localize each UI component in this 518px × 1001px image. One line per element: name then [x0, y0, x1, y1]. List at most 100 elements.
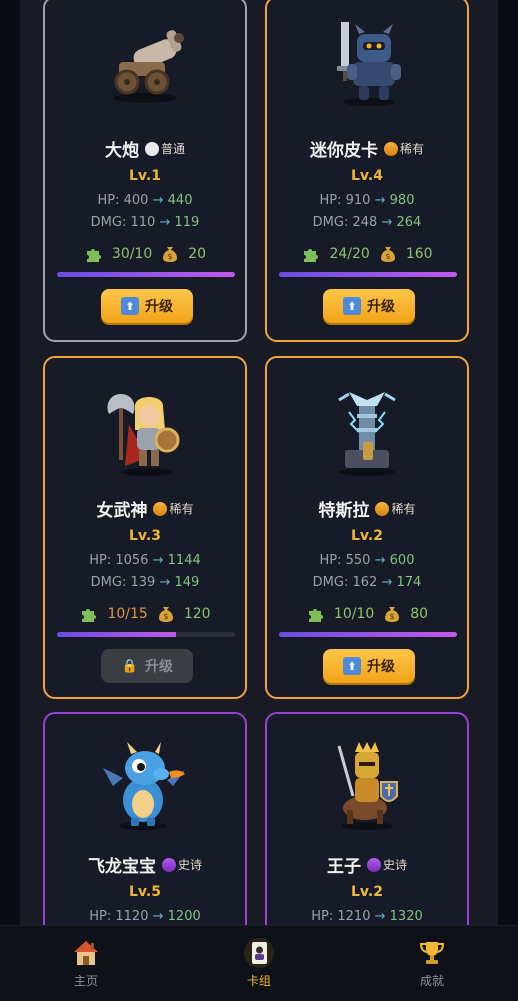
hp-label: HP:	[319, 193, 342, 208]
upgrade-button[interactable]: ⬆ 升级	[323, 289, 415, 323]
pieces-count: 24/20	[329, 246, 370, 262]
epic-rarity-icon	[161, 857, 176, 872]
hp-label: HP:	[97, 193, 120, 208]
coin-cost: 160	[405, 246, 433, 262]
dmg-stat: DMG: 162 → 174	[267, 575, 467, 590]
progress-fill	[57, 272, 235, 277]
hp-current: 1210	[337, 909, 371, 924]
arrow-icon: →	[152, 909, 164, 924]
hp-next: 1320	[389, 909, 423, 924]
card-prince[interactable]: 王子 史诗 Lv.2 HP: 1210 → 1320	[265, 712, 469, 925]
title-row: 女武神 稀有	[45, 496, 245, 521]
dmg-stat: DMG: 110 → 119	[45, 215, 245, 230]
hp-next: 980	[389, 193, 415, 208]
arrow-up-icon: ⬆	[121, 297, 139, 315]
card-level: Lv.2	[351, 528, 383, 544]
puzzle-piece-icon	[308, 609, 323, 622]
hp-current: 1056	[115, 553, 149, 568]
rarity-badge: 普通	[144, 140, 185, 157]
svg-text:$: $	[168, 252, 173, 261]
lock-icon: 🔒	[121, 658, 139, 674]
title-row: 飞龙宝宝 史诗	[45, 852, 245, 877]
card-grid: 大炮 普通 Lv.1 HP: 400 → 440 DMG: 110 → 119 …	[20, 0, 498, 925]
arrow-icon: →	[159, 215, 171, 230]
rarity-label: 稀有	[391, 502, 416, 516]
house-icon	[74, 941, 98, 965]
upgrade-label: 升级	[367, 299, 395, 315]
dmg-current: 139	[130, 575, 156, 590]
coin-cost: 20	[188, 246, 207, 262]
puzzle-piece-icon	[86, 249, 101, 262]
hp-label: HP:	[311, 909, 334, 924]
title-row: 大炮 普通	[45, 136, 245, 161]
robot-knight-icon	[337, 22, 401, 106]
upgrade-label: 升级	[367, 659, 395, 675]
card-level: Lv.5	[129, 884, 161, 900]
progress-bar	[279, 272, 457, 277]
arrow-up-icon: ⬆	[343, 657, 361, 675]
progress-fill	[57, 632, 177, 637]
card-cannon[interactable]: 大炮 普通 Lv.1 HP: 400 → 440 DMG: 110 → 119 …	[43, 0, 247, 342]
dmg-next: 264	[396, 215, 422, 230]
tab-achievements[interactable]: 成就	[372, 926, 492, 1001]
dmg-stat: DMG: 139 → 149	[45, 575, 245, 590]
hp-stat: HP: 550 → 600	[267, 553, 467, 568]
hp-label: HP:	[89, 909, 112, 924]
resources-row: 10/15 $ 120	[45, 604, 245, 624]
rarity-label: 史诗	[177, 858, 202, 872]
svg-text:$: $	[385, 252, 390, 261]
card-name: 女武神	[96, 501, 148, 521]
coin-cost: 80	[410, 606, 429, 622]
tab-home[interactable]: 主页	[26, 926, 146, 1001]
card-valkyrie[interactable]: 女武神 稀有 Lv.3 HP: 1056 → 1144 DMG: 139 → 1…	[43, 356, 247, 699]
title-row: 特斯拉 稀有	[267, 496, 467, 521]
card-name: 飞龙宝宝	[87, 857, 156, 877]
upgrade-label: 升级	[145, 299, 173, 315]
tab-label: 主页	[73, 974, 98, 988]
hp-next: 1144	[167, 553, 201, 568]
upgrade-button-disabled[interactable]: 🔒 升级	[101, 649, 193, 683]
coin-bag-icon: $	[380, 247, 395, 262]
dmg-current: 162	[352, 575, 378, 590]
tesla-tower-icon	[338, 392, 396, 476]
card-deck-icon	[244, 938, 274, 968]
valkyrie-icon	[107, 394, 180, 476]
upgrade-button[interactable]: ⬆ 升级	[323, 649, 415, 683]
arrow-icon: →	[381, 215, 393, 230]
pieces-count: 10/15	[107, 606, 148, 622]
arrow-icon: →	[381, 575, 393, 590]
rarity-label: 稀有	[169, 502, 194, 516]
card-mini-pekka[interactable]: 迷你皮卡 稀有 Lv.4 HP: 910 → 980 DMG: 248 → 26…	[265, 0, 469, 342]
puzzle-piece-icon	[304, 249, 319, 262]
progress-fill	[279, 632, 457, 637]
hp-label: HP:	[319, 553, 342, 568]
card-name: 大炮	[104, 141, 139, 161]
tab-deck[interactable]: 卡组	[199, 926, 319, 1001]
coin-bag-icon: $	[163, 247, 178, 262]
trophy-icon	[419, 942, 445, 964]
coin-bag-icon: $	[385, 607, 400, 622]
rarity-label: 史诗	[382, 858, 407, 872]
hp-label: HP:	[89, 553, 112, 568]
coin-bag-icon: $	[158, 607, 173, 622]
pieces-count: 30/10	[111, 246, 153, 262]
card-level: Lv.3	[129, 528, 161, 544]
tab-label: 卡组	[246, 974, 271, 988]
hp-current: 550	[345, 553, 371, 568]
upgrade-button[interactable]: ⬆ 升级	[101, 289, 193, 323]
hp-next: 440	[167, 193, 193, 208]
card-name: 迷你皮卡	[309, 141, 378, 161]
card-baby-dragon[interactable]: 飞龙宝宝 史诗 Lv.5 HP: 1120 → 1200	[43, 712, 247, 925]
resources-row: 24/20 $ 160	[267, 244, 467, 264]
card-tesla[interactable]: 特斯拉 稀有 Lv.2 HP: 550 → 600 DMG: 162 → 174…	[265, 356, 469, 699]
hp-current: 910	[345, 193, 371, 208]
dmg-current: 110	[130, 215, 156, 230]
rarity-badge: 稀有	[375, 500, 416, 517]
dmg-next: 119	[174, 215, 200, 230]
hp-next: 600	[389, 553, 415, 568]
prince-icon	[337, 742, 398, 830]
rarity-badge: 史诗	[161, 856, 202, 873]
card-name: 王子	[326, 857, 361, 877]
hp-stat: HP: 1056 → 1144	[45, 553, 245, 568]
dmg-stat: DMG: 248 → 264	[267, 215, 467, 230]
